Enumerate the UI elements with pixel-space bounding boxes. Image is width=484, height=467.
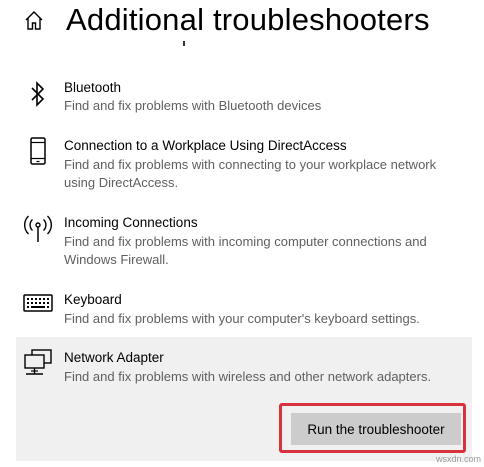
network-adapter-icon [22, 349, 54, 381]
troubleshooter-name: Network Adapter [64, 350, 164, 365]
keyboard-icon [22, 294, 54, 326]
troubleshoot-settings-page: Additional troubleshooters Bluetooth Fin… [0, 0, 484, 467]
run-troubleshooter-button[interactable]: Run the troubleshooter [291, 413, 461, 445]
troubleshooter-description: Find and fix problems with connecting to… [64, 157, 437, 190]
antenna-icon [22, 213, 54, 245]
home-icon[interactable] [24, 10, 44, 32]
phone-device-icon [22, 137, 54, 169]
watermark: wsxdn.com [436, 454, 482, 464]
troubleshooter-item-keyboard[interactable]: Keyboard Find and fix problems with your… [16, 284, 472, 334]
troubleshooter-name: Keyboard [64, 292, 122, 307]
troubleshooter-name: Bluetooth [64, 80, 122, 95]
troubleshooter-description: Find and fix problems with wireless and … [64, 369, 432, 384]
troubleshooter-name: Connection to a Workplace Using DirectAc… [64, 138, 347, 153]
page-title: Additional troubleshooters [66, 2, 430, 37]
troubleshooter-description: Find and fix problems with Bluetooth dev… [64, 98, 322, 113]
bluetooth-icon [22, 80, 54, 112]
troubleshooter-description: Find and fix problems with incoming comp… [64, 234, 427, 267]
troubleshooter-description: Find and fix problems with your computer… [64, 311, 420, 326]
troubleshooter-item-incoming-connections[interactable]: Incoming Connections Find and fix proble… [16, 207, 472, 275]
troubleshooter-name: Incoming Connections [64, 215, 198, 230]
troubleshooter-item-bluetooth[interactable]: Bluetooth Find and fix problems with Blu… [16, 72, 472, 122]
scroll-indicator [183, 41, 185, 46]
troubleshooter-item-directaccess[interactable]: Connection to a Workplace Using DirectAc… [16, 130, 472, 198]
